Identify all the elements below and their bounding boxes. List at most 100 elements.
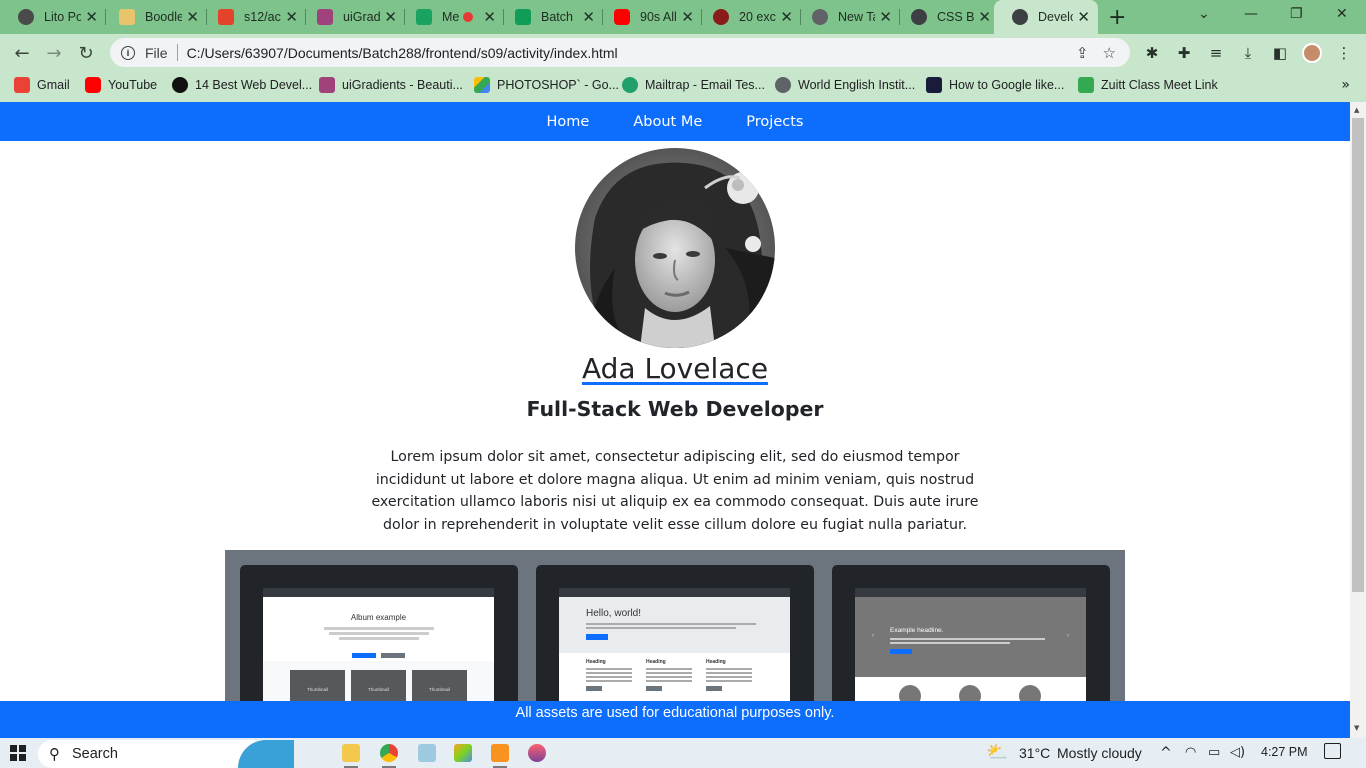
browser-tab[interactable]: Me ✕ bbox=[398, 0, 504, 34]
browser-tab[interactable]: Boodle ✕ bbox=[101, 0, 207, 34]
browser-tab[interactable]: Lito Po ✕ bbox=[0, 0, 106, 34]
weather-condition[interactable]: Mostly cloudy bbox=[1057, 745, 1142, 761]
weather-cloudy-icon[interactable]: ⛅ bbox=[986, 742, 1008, 763]
chat-icon bbox=[515, 9, 531, 25]
nav-home-link[interactable]: Home bbox=[525, 114, 612, 130]
gitlab-icon bbox=[218, 9, 234, 25]
battery-icon[interactable]: ▭ bbox=[1208, 745, 1220, 760]
profile-role: Full-Stack Web Developer bbox=[526, 397, 824, 421]
browser-tab[interactable]: 20 exc ✕ bbox=[695, 0, 801, 34]
sublime-text-icon[interactable] bbox=[491, 744, 509, 768]
extension-bug-icon[interactable]: ✱ bbox=[1142, 43, 1162, 63]
windows-start-icon[interactable] bbox=[10, 745, 26, 761]
search-icon: ⚲ bbox=[49, 745, 60, 763]
page-scrollbar[interactable]: ▲ ▼ bbox=[1350, 102, 1366, 738]
close-tab-icon[interactable]: ✕ bbox=[186, 8, 199, 26]
side-panel-icon[interactable]: ◧ bbox=[1270, 43, 1290, 63]
close-tab-icon[interactable]: ✕ bbox=[384, 8, 397, 26]
scroll-down-icon[interactable]: ▼ bbox=[1354, 724, 1359, 732]
bookmark-photoshop[interactable]: PHOTOSHOP` - Go... bbox=[474, 77, 619, 93]
notepad-icon[interactable] bbox=[418, 744, 436, 762]
browser-tab[interactable]: New Ta ✕ bbox=[794, 0, 900, 34]
google-drive-icon bbox=[474, 77, 490, 93]
tab-title: Me bbox=[442, 10, 460, 24]
bookmark-world-english[interactable]: World English Instit... bbox=[775, 77, 915, 93]
site-info-icon[interactable]: i bbox=[121, 45, 135, 60]
bookmark-google-like[interactable]: How to Google like... bbox=[926, 77, 1064, 93]
close-tab-icon[interactable]: ✕ bbox=[978, 8, 991, 26]
reload-icon[interactable]: ↻ bbox=[74, 41, 98, 65]
search-highlight-image bbox=[238, 740, 294, 768]
extensions-puzzle-icon[interactable]: ✚ bbox=[1174, 43, 1194, 63]
taskbar-search[interactable]: ⚲ Search bbox=[38, 740, 294, 768]
tab-title: 20 exc bbox=[739, 10, 776, 24]
bookmark-web-devel[interactable]: 14 Best Web Devel... bbox=[172, 77, 312, 93]
profile-name: Ada Lovelace bbox=[0, 352, 1350, 385]
share-icon[interactable]: ⇪ bbox=[1076, 44, 1089, 62]
close-tab-icon[interactable]: ✕ bbox=[285, 8, 298, 26]
column-heading: Heading bbox=[586, 659, 606, 665]
youtube-icon bbox=[85, 77, 101, 93]
wifi-icon[interactable]: ◠ bbox=[1185, 745, 1196, 760]
url-text[interactable]: C:/Users/63907/Documents/Batch288/fronte… bbox=[187, 45, 1076, 61]
close-window-icon[interactable]: ✕ bbox=[1336, 6, 1348, 22]
meet-icon bbox=[416, 9, 432, 25]
scrollbar-thumb[interactable] bbox=[1352, 118, 1364, 592]
profile-name-text: Ada Lovelace bbox=[581, 352, 769, 385]
back-icon[interactable]: ← bbox=[10, 41, 34, 65]
bookmark-zuitt-meet[interactable]: Zuitt Class Meet Link bbox=[1078, 77, 1218, 93]
profile-avatar[interactable] bbox=[1302, 43, 1322, 63]
close-tab-icon[interactable]: ✕ bbox=[780, 8, 793, 26]
restore-icon[interactable]: ❐ bbox=[1290, 6, 1303, 22]
notifications-icon[interactable] bbox=[1324, 743, 1341, 759]
volume-icon[interactable]: ◁) bbox=[1230, 745, 1245, 760]
nav-projects-link[interactable]: Projects bbox=[724, 114, 825, 130]
close-tab-icon[interactable]: ✕ bbox=[483, 8, 496, 26]
menu-kebab-icon[interactable]: ⋮ bbox=[1334, 43, 1354, 63]
download-icon[interactable]: ⤓ bbox=[1238, 43, 1258, 63]
nav-about-link[interactable]: About Me bbox=[611, 114, 724, 130]
forward-icon[interactable]: → bbox=[42, 41, 66, 65]
site-icon bbox=[172, 77, 188, 93]
close-tab-icon[interactable]: ✕ bbox=[85, 8, 98, 26]
bookmark-youtube[interactable]: YouTube bbox=[85, 77, 157, 93]
browser-tab[interactable]: 90s All ✕ bbox=[596, 0, 702, 34]
bookmark-label: Zuitt Class Meet Link bbox=[1101, 78, 1218, 92]
browser-tab[interactable]: CSS Bo ✕ bbox=[893, 0, 999, 34]
close-tab-icon[interactable]: ✕ bbox=[681, 8, 694, 26]
new-tab-button[interactable]: + bbox=[1108, 5, 1126, 30]
more-bookmarks-icon[interactable]: » bbox=[1341, 77, 1350, 93]
tab-favicon-icon bbox=[18, 9, 34, 25]
scheme-label: File bbox=[145, 44, 168, 61]
tab-search-icon[interactable]: ⌄ bbox=[1198, 6, 1210, 22]
bookmark-label: How to Google like... bbox=[949, 78, 1065, 92]
minimize-icon[interactable]: — bbox=[1244, 6, 1258, 22]
chevron-up-icon[interactable]: ^ bbox=[1160, 745, 1172, 761]
chrome-icon[interactable] bbox=[380, 744, 398, 768]
profile-portrait bbox=[575, 148, 775, 348]
bookmark-star-icon[interactable]: ☆ bbox=[1103, 44, 1116, 62]
tab-strip: Lito Po ✕ Boodle ✕ s12/ac ✕ uiGrad ✕ Me … bbox=[0, 0, 1366, 34]
app-icon[interactable] bbox=[528, 744, 546, 762]
bookmark-uigradients[interactable]: uiGradients - Beauti... bbox=[319, 77, 463, 93]
bookmark-gmail[interactable]: Gmail bbox=[14, 77, 70, 93]
close-tab-icon[interactable]: ✕ bbox=[1077, 8, 1090, 26]
close-tab-icon[interactable]: ✕ bbox=[582, 8, 595, 26]
browser-tab[interactable]: uiGrad ✕ bbox=[299, 0, 405, 34]
file-explorer-icon[interactable] bbox=[342, 744, 360, 768]
browser-tab-active[interactable]: Develo ✕ bbox=[994, 0, 1098, 34]
bookmark-mailtrap[interactable]: Mailtrap - Email Tes... bbox=[622, 77, 765, 93]
mailtrap-icon bbox=[622, 77, 638, 93]
tab-title: uiGrad bbox=[343, 10, 381, 24]
app-icon[interactable] bbox=[454, 744, 472, 762]
address-bar[interactable]: i File C:/Users/63907/Documents/Batch288… bbox=[110, 38, 1130, 67]
clock-time[interactable]: 4:27 PM bbox=[1261, 745, 1308, 759]
scroll-up-icon[interactable]: ▲ bbox=[1354, 106, 1359, 114]
media-queue-icon[interactable]: ≡ bbox=[1206, 43, 1226, 63]
weather-temp[interactable]: 31°C bbox=[1019, 745, 1050, 761]
browser-tab[interactable]: Batch ✕ bbox=[497, 0, 603, 34]
bookmark-label: PHOTOSHOP` - Go... bbox=[497, 78, 620, 92]
meet-icon bbox=[1078, 77, 1094, 93]
close-tab-icon[interactable]: ✕ bbox=[879, 8, 892, 26]
browser-tab[interactable]: s12/ac ✕ bbox=[200, 0, 306, 34]
